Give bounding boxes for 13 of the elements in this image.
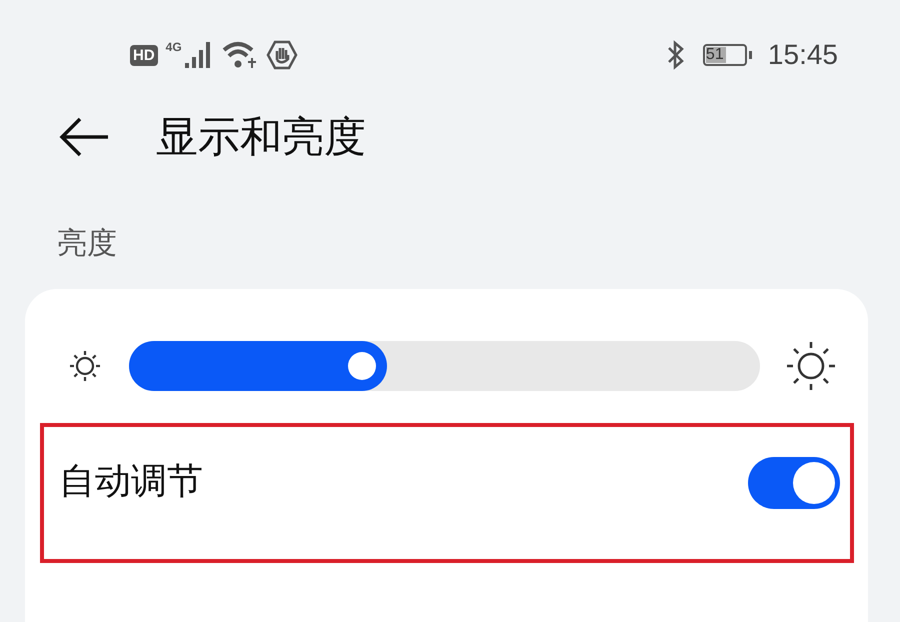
network-label: 4G [166, 40, 182, 54]
bluetooth-icon [666, 40, 685, 70]
back-arrow-icon[interactable] [58, 117, 110, 157]
hand-icon [266, 40, 298, 70]
brightness-slider[interactable] [129, 341, 760, 391]
page-title: 显示和亮度 [156, 111, 366, 163]
auto-adjust-label: 自动调节 [59, 460, 203, 504]
bright-sun-icon [784, 339, 838, 393]
hd-badge: HD [130, 44, 158, 66]
clock: 15:45 [768, 39, 838, 71]
auto-adjust-toggle[interactable] [748, 457, 840, 509]
wifi-icon [222, 40, 258, 70]
section-label: 亮度 [56, 225, 118, 263]
